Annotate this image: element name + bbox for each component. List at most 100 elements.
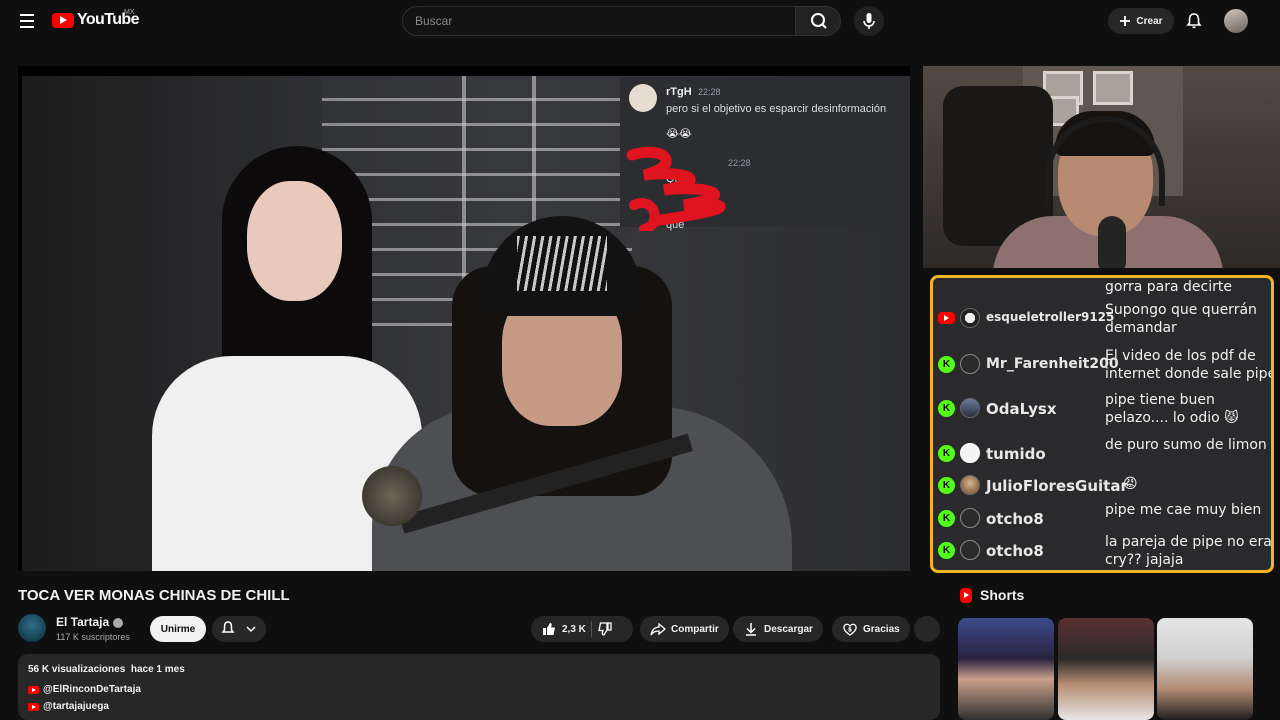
short-thumbnail[interactable] (1058, 618, 1154, 720)
chat-message-text: Supongo que querrán demandar (1105, 302, 1257, 336)
join-button[interactable]: Unirme (150, 616, 206, 642)
create-label: Crear (1136, 15, 1163, 27)
thanks-label: Gracias (863, 623, 900, 635)
share-icon (650, 622, 666, 636)
bell-icon (1186, 13, 1202, 29)
chat-message-text: de puro sumo de limon (1105, 437, 1267, 453)
kick-badge-icon: K (938, 510, 955, 527)
user-avatar (629, 84, 657, 112)
shorts-title: Shorts (980, 587, 1025, 603)
microphone-icon (863, 13, 875, 29)
chat-message-row: K JulioFloresGuitar 😡 (933, 466, 1271, 498)
default-avatar (960, 508, 980, 528)
download-button[interactable]: Descargar (733, 616, 823, 642)
chat-timestamp: 22:28 (698, 87, 721, 97)
search-box (402, 6, 796, 36)
notifications-button[interactable] (1184, 11, 1204, 31)
default-avatar (960, 540, 980, 560)
like-dislike-group: 2,3 K (531, 616, 633, 642)
pill-divider (590, 621, 592, 637)
youtube-icon (28, 685, 39, 694)
plus-icon (1120, 16, 1131, 26)
chat-username: tumido (986, 445, 1046, 463)
kick-badge-icon: K (938, 445, 955, 462)
kick-badge-icon: K (938, 542, 955, 559)
svg-text:$: $ (848, 627, 852, 634)
channel-name[interactable]: El Tartaja (56, 615, 124, 629)
chat-username: rTgH (666, 86, 692, 98)
chat-message-row: Kotcho8 pipe me cae muy bien (933, 499, 1271, 531)
search-input[interactable] (403, 7, 795, 35)
chat-message-text: El video de los pdf de internet donde sa… (1105, 348, 1274, 382)
verified-icon (113, 617, 124, 628)
chat-username: JulioFloresGuitar (986, 477, 1128, 495)
channel-avatar[interactable] (18, 614, 46, 642)
upload-date: hace 1 mes (130, 664, 185, 675)
more-actions-button[interactable] (914, 616, 940, 642)
account-avatar[interactable] (1224, 9, 1248, 33)
channel-link-text: @ElRinconDeTartaja (43, 684, 141, 695)
studio-microphone (362, 466, 422, 526)
channel-link[interactable]: @ElRinconDeTartaja (28, 684, 141, 695)
chat-username: otcho8 (986, 542, 1044, 560)
download-label: Descargar (764, 623, 813, 635)
mask-avatar (960, 443, 980, 463)
share-label: Compartir (671, 623, 719, 635)
chat-message-text: pipe me cae muy bien (1105, 502, 1262, 518)
thanks-button[interactable]: $ Gracias (832, 616, 910, 642)
channel-link[interactable]: @tartajajuega (28, 701, 109, 712)
chat-message-row: K Mr_Farenheit200 El video de los pdf de i… (933, 345, 1271, 382)
live-chat-overlay: gorra para decirte esqueletroller9125 Supo… (930, 275, 1274, 573)
short-thumbnail[interactable] (958, 618, 1054, 720)
skull-avatar (960, 308, 980, 328)
chat-message-row: Ktumido de puro sumo de limon (933, 434, 1271, 466)
search-icon (811, 13, 827, 29)
search-button[interactable] (795, 6, 841, 36)
subscription-bell-button[interactable] (212, 616, 266, 642)
subscriber-count: 117 K suscriptores (56, 632, 130, 642)
share-button[interactable]: Compartir (640, 616, 729, 642)
chat-username: Mr_Farenheit200 (986, 356, 1119, 372)
thumbs-up-icon[interactable] (541, 621, 557, 637)
short-thumbnail[interactable] (1157, 618, 1253, 720)
bell-icon (221, 621, 256, 633)
youtube-play-icon (52, 12, 74, 28)
chat-message-row: esqueletroller9125 Supongo que querrán de… (933, 299, 1271, 336)
chat-message-row: Kotcho8 la pareja de pipe no era cry?? ja… (933, 531, 1271, 568)
photo-avatar (960, 475, 980, 495)
youtube-icon (28, 702, 39, 711)
streamer-webcam (923, 66, 1280, 268)
description-box[interactable]: 56 K visualizaciones hace 1 mes @ElRinco… (18, 654, 940, 720)
chat-message-text: la pareja de pipe no era cry?? jajaja (1105, 534, 1272, 568)
youtube-badge-icon (938, 312, 955, 324)
view-info: 56 K visualizaciones hace 1 mes (28, 664, 185, 675)
channel-name-text: El Tartaja (56, 615, 110, 629)
custom-avatar (960, 398, 980, 418)
shorts-icon (960, 587, 972, 603)
view-count: 56 K visualizaciones (28, 664, 126, 675)
voice-search-button[interactable] (854, 6, 884, 36)
red-scribble-redaction (626, 146, 726, 231)
chat-message-text: gorra para decirte (1105, 279, 1232, 295)
kick-badge-icon: K (938, 400, 955, 417)
thumbs-down-icon[interactable] (597, 621, 613, 637)
like-count[interactable]: 2,3 K (562, 624, 586, 635)
chat-message-text: 😡 (1123, 476, 1138, 492)
create-button[interactable]: Crear (1108, 8, 1174, 34)
shorts-header: Shorts (960, 587, 1024, 603)
discord-chat-overlay: rTgH 22:28 pero si el objetivo es esparc… (620, 77, 902, 231)
channel-link-text: @tartajajuega (43, 701, 109, 712)
chat-message-row: K OdaLysx pipe tiene buen pelazo.... lo od… (933, 389, 1271, 426)
chat-emoji: 😭😭 (666, 128, 692, 140)
kick-badge-icon: K (938, 477, 955, 494)
video-player[interactable]: rTgH 22:28 pero si el objetivo es esparc… (18, 66, 910, 571)
masthead: YouTube MX Crear (0, 0, 1280, 42)
country-code: MX (124, 9, 135, 16)
microphone (1098, 216, 1126, 268)
chat-message-text: pipe tiene buen pelazo.... lo odio 😾 (1105, 392, 1239, 426)
default-avatar (960, 354, 980, 374)
chat-username: OdaLysx (986, 400, 1057, 418)
menu-icon[interactable] (14, 8, 40, 34)
chat-username: otcho8 (986, 510, 1044, 528)
heart-dollar-icon: $ (843, 623, 857, 636)
